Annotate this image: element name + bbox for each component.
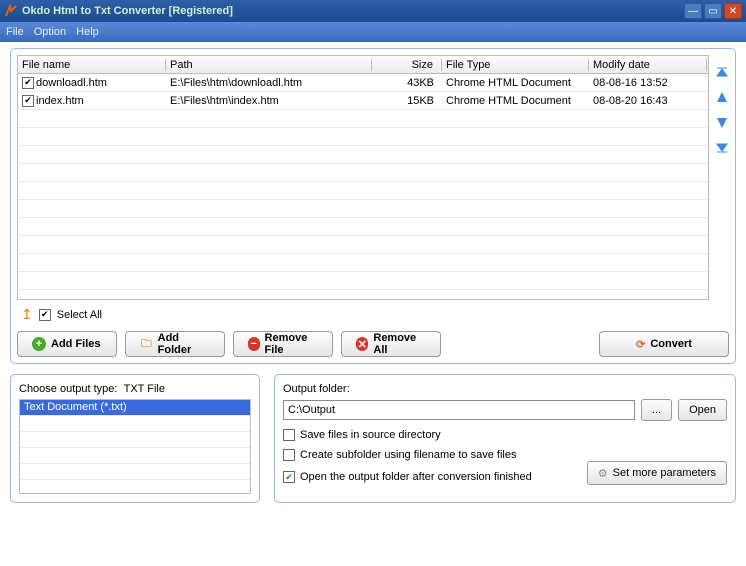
create-subfolder-checkbox[interactable] bbox=[283, 449, 295, 461]
select-all-checkbox[interactable]: ✔ bbox=[39, 309, 51, 321]
browse-button[interactable]: ... bbox=[641, 399, 672, 421]
output-folder-input[interactable] bbox=[283, 400, 635, 420]
open-folder-button[interactable]: Open bbox=[678, 399, 727, 421]
menu-file[interactable]: File bbox=[6, 26, 24, 38]
col-modifydate[interactable]: Modify date bbox=[589, 59, 707, 71]
menubar: File Option Help bbox=[0, 22, 746, 42]
menu-help[interactable]: Help bbox=[76, 26, 99, 38]
cell-name: downloadl.htm bbox=[36, 77, 107, 89]
row-checkbox[interactable]: ✔ bbox=[22, 77, 34, 89]
table-header: File name Path Size File Type Modify dat… bbox=[18, 56, 708, 74]
output-type-list[interactable]: Text Document (*.txt) bbox=[19, 399, 251, 494]
minus-icon: − bbox=[248, 337, 260, 351]
minimize-button[interactable]: — bbox=[684, 3, 702, 19]
save-source-label: Save files in source directory bbox=[300, 429, 441, 441]
maximize-button[interactable]: ▭ bbox=[704, 3, 722, 19]
menu-option[interactable]: Option bbox=[34, 26, 66, 38]
titlebar: Okdo Html to Txt Converter [Registered] … bbox=[0, 0, 746, 22]
open-after-checkbox[interactable]: ✔ bbox=[283, 471, 295, 483]
move-bottom-button[interactable] bbox=[714, 141, 730, 157]
cell-path: E:\Files\htm\downloadl.htm bbox=[166, 77, 372, 89]
file-table[interactable]: File name Path Size File Type Modify dat… bbox=[17, 55, 709, 300]
gear-icon: ⚙ bbox=[598, 467, 608, 480]
add-files-button[interactable]: +Add Files bbox=[17, 331, 117, 357]
cell-name: index.htm bbox=[36, 95, 84, 107]
convert-button[interactable]: ⟳Convert bbox=[599, 331, 729, 357]
row-checkbox[interactable]: ✔ bbox=[22, 95, 34, 107]
cell-date: 08-08-16 13:52 bbox=[589, 77, 707, 89]
x-icon: ✕ bbox=[356, 337, 368, 351]
open-after-label: Open the output folder after conversion … bbox=[300, 471, 532, 483]
output-folder-label: Output folder: bbox=[283, 383, 727, 395]
up-level-icon[interactable]: ↥ bbox=[21, 306, 33, 323]
save-source-checkbox[interactable] bbox=[283, 429, 295, 441]
cell-type: Chrome HTML Document bbox=[442, 95, 589, 107]
move-up-button[interactable] bbox=[714, 89, 730, 105]
remove-file-button[interactable]: −Remove File bbox=[233, 331, 333, 357]
remove-all-button[interactable]: ✕Remove All bbox=[341, 331, 441, 357]
window-title: Okdo Html to Txt Converter [Registered] bbox=[22, 5, 682, 17]
plus-icon: + bbox=[32, 337, 46, 351]
move-top-button[interactable] bbox=[714, 63, 730, 79]
set-more-parameters-button[interactable]: ⚙Set more parameters bbox=[587, 461, 727, 485]
cell-size: 15KB bbox=[372, 95, 442, 107]
close-button[interactable]: ✕ bbox=[724, 3, 742, 19]
col-filename[interactable]: File name bbox=[18, 59, 166, 71]
table-row[interactable]: ✔index.htm E:\Files\htm\index.htm 15KB C… bbox=[18, 92, 708, 110]
cell-type: Chrome HTML Document bbox=[442, 77, 589, 89]
col-filetype[interactable]: File Type bbox=[442, 59, 589, 71]
col-path[interactable]: Path bbox=[166, 59, 372, 71]
output-type-option[interactable]: Text Document (*.txt) bbox=[20, 400, 250, 416]
cell-size: 43KB bbox=[372, 77, 442, 89]
move-down-button[interactable] bbox=[714, 115, 730, 131]
select-all-label: Select All bbox=[57, 309, 102, 321]
cell-path: E:\Files\htm\index.htm bbox=[166, 95, 372, 107]
cell-date: 08-08-20 16:43 bbox=[589, 95, 707, 107]
add-folder-button[interactable]: 🗀Add Folder bbox=[125, 331, 225, 357]
create-subfolder-label: Create subfolder using filename to save … bbox=[300, 449, 516, 461]
convert-icon: ⟳ bbox=[636, 338, 645, 351]
col-size[interactable]: Size bbox=[372, 59, 442, 71]
table-row[interactable]: ✔downloadl.htm E:\Files\htm\downloadl.ht… bbox=[18, 74, 708, 92]
output-type-value: TXT File bbox=[124, 383, 165, 395]
folder-icon: 🗀 bbox=[140, 337, 153, 351]
choose-output-type-label: Choose output type: bbox=[19, 383, 117, 395]
app-icon bbox=[4, 4, 18, 18]
